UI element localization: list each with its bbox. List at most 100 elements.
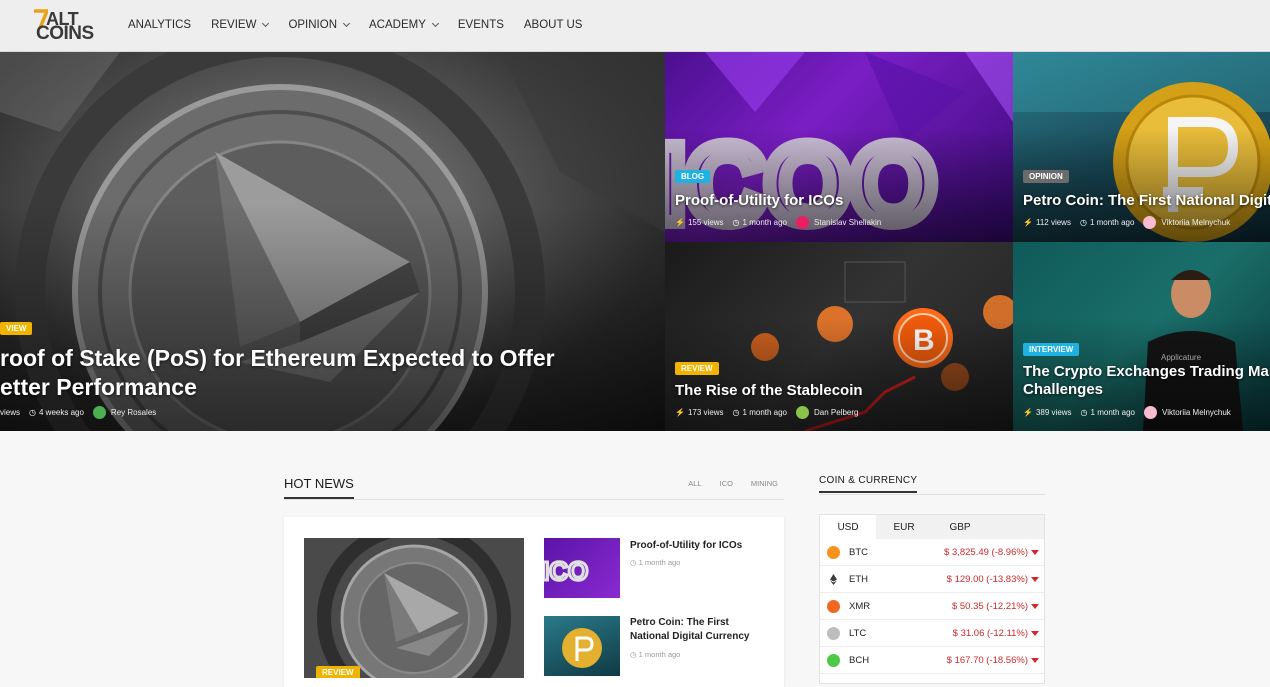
title-line: The Crypto Exchanges Trading Mar <box>1023 363 1270 380</box>
price-down-icon <box>1031 631 1039 636</box>
featured-main-title[interactable]: roof of Stake (PoS) for Ethereum Expecte… <box>0 344 555 402</box>
menu-academy[interactable]: ACADEMY <box>369 19 439 31</box>
featured-main-article[interactable]: VIEW roof of Stake (PoS) for Ethereum Ex… <box>0 52 665 431</box>
coin-row-xmr[interactable]: XMR $ 50.35 (-12.21%) <box>820 593 1044 620</box>
lightning-icon: ⚡ <box>1023 408 1033 417</box>
news-thumbnail[interactable]: ICO <box>544 538 620 598</box>
coin-symbol: LTC <box>849 628 867 639</box>
tab-usd[interactable]: USD <box>820 515 876 539</box>
chevron-down-icon <box>262 19 270 28</box>
views-count: 173 views <box>687 408 724 417</box>
category-badge[interactable]: INTERVIEW <box>1023 343 1080 356</box>
author-avatar <box>796 216 810 229</box>
main-menu: ANALYTICS REVIEW OPINION ACADEMY EVENTS … <box>128 19 602 31</box>
coin-symbol: BTC <box>849 547 868 558</box>
menu-review[interactable]: REVIEW <box>211 19 270 31</box>
bitcoin-icon <box>827 546 840 559</box>
price-down-icon <box>1031 577 1039 582</box>
views-count: views <box>0 408 21 417</box>
category-badge[interactable]: BLOG <box>675 170 711 183</box>
monero-icon <box>827 600 840 613</box>
filter-mining[interactable]: MINING <box>751 479 778 488</box>
title-line: roof of Stake (PoS) for Ethereum Expecte… <box>0 345 555 371</box>
article-title[interactable]: The Rise of the Stablecoin <box>675 382 863 399</box>
menu-opinion[interactable]: OPINION <box>288 19 351 31</box>
gradient-overlay <box>1013 52 1270 242</box>
coin-price: $ 31.06 (-12.11%) <box>952 628 1028 639</box>
coin-row-bch[interactable]: BCH $ 167.70 (-18.56%) <box>820 647 1044 674</box>
price-down-icon <box>1031 658 1039 663</box>
article-meta: ⚡ 389 views ◷ 1 month ago Viktoriia Meln… <box>1023 406 1231 419</box>
title-line: etter Performance <box>0 374 197 400</box>
coin-price: $ 167.70 (-18.56%) <box>946 655 1028 666</box>
news-thumbnail[interactable] <box>544 616 620 676</box>
hot-news-title: HOT NEWS <box>284 476 354 499</box>
category-badge[interactable]: REVIEW <box>316 666 360 678</box>
author-name[interactable]: Viktoriia Melnychuk <box>1162 408 1231 417</box>
featured-grid: VIEW roof of Stake (PoS) for Ethereum Ex… <box>0 52 1270 431</box>
category-badge[interactable]: OPINION <box>1023 170 1069 183</box>
post-time: 1 month ago <box>742 218 788 227</box>
bitcoin-cash-icon <box>827 654 840 667</box>
news-item-title[interactable]: Petro Coin: The First National Digital C… <box>630 616 770 644</box>
title-line: Challenges <box>1023 381 1104 398</box>
article-title[interactable]: The Crypto Exchanges Trading Mar Challen… <box>1023 363 1270 399</box>
views-count: 155 views <box>687 218 724 227</box>
news-item-title[interactable]: Proof-of-Utility for ICOs <box>630 539 770 553</box>
clock-icon: ◷ <box>1080 408 1088 417</box>
author-name[interactable]: Rey Rosales <box>111 408 156 417</box>
coin-currency-header: COIN & CURRENCY <box>819 474 1045 495</box>
coin-symbol: ETH <box>849 574 868 585</box>
filter-ico[interactable]: ICO <box>720 479 733 488</box>
coin-row-eth[interactable]: ETH $ 129.00 (-13.83%) <box>820 566 1044 593</box>
coin-price: $ 129.00 (-13.83%) <box>946 574 1028 585</box>
clock-icon: ◷ <box>732 218 740 227</box>
tab-gbp[interactable]: GBP <box>932 515 988 539</box>
author-name[interactable]: Viktoriia Melnychuk <box>1161 218 1230 227</box>
ico-graphic-thumbnail: ICO <box>544 555 590 588</box>
coin-row-ltc[interactable]: LTC $ 31.06 (-12.11%) <box>820 620 1044 647</box>
menu-events[interactable]: EVENTS <box>458 19 504 31</box>
gradient-overlay <box>1013 242 1270 431</box>
post-time: 1 month ago <box>638 650 681 659</box>
featured-article[interactable]: ICOO BLOG Proof-of-Utility for ICOs ⚡ 15… <box>665 52 1013 242</box>
filter-all[interactable]: ALL <box>688 479 701 488</box>
featured-article[interactable]: Applicature INTERVIEW The Crypto Exchang… <box>1013 242 1270 431</box>
menu-analytics[interactable]: ANALYTICS <box>128 19 191 31</box>
coin-symbol: XMR <box>849 601 871 612</box>
author-avatar <box>796 406 810 419</box>
litecoin-icon <box>827 627 840 640</box>
featured-article[interactable]: B REVIEW The Rise of the Stablecoin ⚡ 17… <box>665 242 1013 431</box>
post-time: 1 month ago <box>1090 408 1136 417</box>
views-count: 112 views <box>1035 218 1071 227</box>
author-avatar <box>1144 406 1158 419</box>
clock-icon: ◷ <box>29 408 36 417</box>
category-badge[interactable]: REVIEW <box>675 362 719 375</box>
news-item-time: ◷ 1 month ago <box>630 558 681 567</box>
article-title[interactable]: Proof-of-Utility for ICOs <box>675 192 843 209</box>
author-name[interactable]: Stanislav Sheliakin <box>814 218 881 227</box>
chevron-down-icon <box>342 19 351 28</box>
svg-text:ICO: ICO <box>544 556 588 586</box>
menu-label: REVIEW <box>211 19 257 31</box>
coin-row-btc[interactable]: BTC $ 3,825.49 (-8.96%) <box>820 539 1044 566</box>
views-count: 389 views <box>1035 408 1072 417</box>
menu-about-us[interactable]: ABOUT US <box>524 19 583 31</box>
petro-coin-thumbnail <box>562 628 602 668</box>
tab-eur[interactable]: EUR <box>876 515 932 539</box>
hot-news-card: REVIEW ICO Proof-of-Utility for ICOs ◷ 1… <box>284 517 784 687</box>
category-badge[interactable]: VIEW <box>0 322 33 335</box>
altcoins-logo[interactable]: ALT COINS <box>34 9 96 44</box>
author-name[interactable]: Dan Pelberg <box>814 408 858 417</box>
gradient-overlay <box>665 52 1013 242</box>
chevron-down-icon <box>431 19 439 28</box>
coin-currency-title: COIN & CURRENCY <box>819 475 918 493</box>
ethereum-icon <box>827 573 840 586</box>
article-title[interactable]: Petro Coin: The First National Digita <box>1023 192 1270 209</box>
title-line: Petro Coin: The First <box>630 617 729 628</box>
article-meta: ⚡ 173 views ◷ 1 month ago Dan Pelberg <box>675 406 859 419</box>
author-avatar <box>1143 216 1157 229</box>
clock-icon: ◷ <box>1079 218 1087 227</box>
hot-news-main-thumbnail[interactable]: REVIEW <box>304 538 524 678</box>
featured-article[interactable]: OPINION Petro Coin: The First National D… <box>1013 52 1270 242</box>
